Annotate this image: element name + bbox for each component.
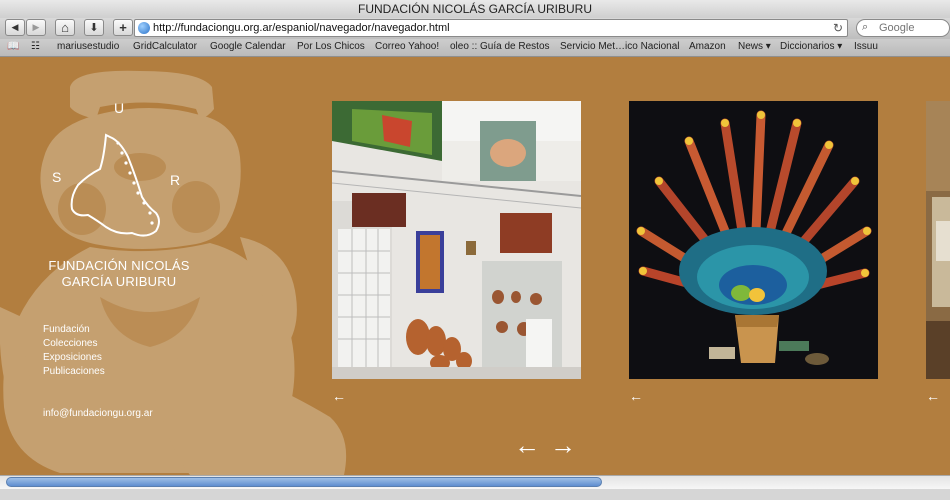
bookmark-item[interactable]: Amazon: [689, 41, 726, 52]
bookmarks-bar: 📖 ☷ mariusestudio GridCalculator Google …: [0, 39, 950, 57]
bookmark-item[interactable]: Servicio Met…ico Nacional: [560, 41, 680, 52]
bookmark-menu-diccionarios[interactable]: Diccionarios ▾: [780, 41, 842, 52]
home-button[interactable]: ⌂: [55, 19, 75, 36]
forward-icon: ▶: [32, 22, 40, 32]
bookmark-item[interactable]: mariusestudio: [57, 41, 119, 52]
bookmark-item[interactable]: Correo Yahoo!: [375, 41, 439, 52]
search-box[interactable]: ⌕: [856, 19, 950, 37]
bookmark-item[interactable]: Issuu: [854, 41, 878, 52]
browser-toolbar: ◀ ▶ ⌂ ⬇ + ↻ ⌕: [0, 18, 950, 39]
download-button[interactable]: ⬇: [84, 19, 104, 36]
download-icon: ⬇: [89, 22, 99, 34]
nav-item-colecciones[interactable]: Colecciones: [43, 337, 105, 351]
photo-1-prev-arrow[interactable]: ←: [332, 388, 346, 404]
contact-email-link[interactable]: info@fundaciongu.org.ar: [43, 408, 153, 419]
feather-headdress-photo[interactable]: [629, 101, 878, 379]
bookmark-item[interactable]: oleo :: Guía de Restos: [450, 41, 550, 52]
search-icon: ⌕: [862, 21, 869, 33]
foundation-name-line2: GARCÍA URIBURU: [61, 274, 177, 289]
globe-icon: [138, 22, 150, 34]
logo-letter-r: R: [170, 172, 180, 188]
add-icon: +: [119, 20, 127, 35]
logo-letter-s: S: [52, 169, 61, 185]
gallery-next-button[interactable]: →: [550, 432, 576, 458]
photo-3-prev-arrow[interactable]: ←: [926, 388, 940, 404]
third-photo-partial[interactable]: [926, 101, 950, 379]
url-input[interactable]: [153, 20, 823, 36]
top-sites-grid-icon[interactable]: ☷: [31, 41, 40, 52]
bookmark-menu-news[interactable]: News ▾: [738, 41, 771, 52]
add-bookmark-button[interactable]: +: [113, 19, 133, 36]
forward-button[interactable]: ▶: [26, 19, 46, 36]
bookmark-item[interactable]: GridCalculator: [133, 41, 197, 52]
bookmark-item[interactable]: Por Los Chicos: [297, 41, 365, 52]
nav-item-fundacion[interactable]: Fundación: [43, 323, 105, 337]
gallery-prev-button[interactable]: ←: [514, 432, 540, 458]
web-page: U S R FUNDACIÓN NICOLÁS GARCÍA URIBURU F…: [0, 57, 950, 475]
museum-interior-photo[interactable]: [332, 101, 581, 379]
scrollbar-thumb[interactable]: [6, 477, 602, 487]
search-input[interactable]: [879, 20, 947, 36]
back-icon: ◀: [11, 22, 19, 32]
back-button[interactable]: ◀: [5, 19, 25, 36]
photo-2-prev-arrow[interactable]: ←: [629, 388, 643, 404]
bookmarks-book-icon[interactable]: 📖: [7, 41, 19, 52]
horizontal-scrollbar[interactable]: [0, 475, 950, 489]
main-nav: Fundación Colecciones Exposiciones Publi…: [43, 323, 105, 379]
bookmark-item[interactable]: Google Calendar: [210, 41, 286, 52]
foundation-name-line1: FUNDACIÓN NICOLÁS: [48, 258, 190, 273]
home-icon: ⌂: [61, 20, 69, 35]
window-titlebar: FUNDACIÓN NICOLÁS GARCÍA URIBURU: [0, 0, 950, 19]
logo-letter-u: U: [114, 100, 124, 116]
nav-item-publicaciones[interactable]: Publicaciones: [43, 365, 105, 379]
nav-item-exposiciones[interactable]: Exposiciones: [43, 351, 105, 365]
window-title: FUNDACIÓN NICOLÁS GARCÍA URIBURU: [357, 2, 593, 16]
foundation-name: FUNDACIÓN NICOLÁS GARCÍA URIBURU: [44, 258, 194, 290]
status-bar: [0, 489, 950, 500]
reload-icon[interactable]: ↻: [833, 21, 843, 35]
address-bar[interactable]: ↻: [134, 19, 848, 37]
